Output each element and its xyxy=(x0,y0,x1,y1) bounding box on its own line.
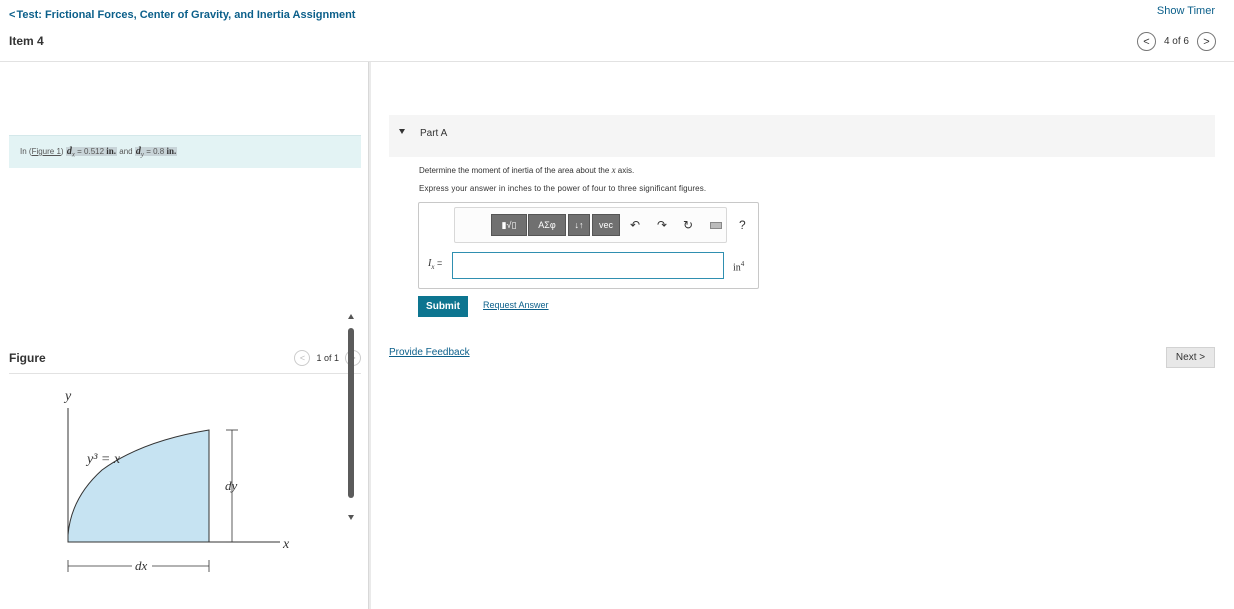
item-pager: < 4 of 6 > xyxy=(1136,32,1216,51)
reset-icon[interactable]: ↻ xyxy=(683,218,693,232)
back-link-label: Test: Frictional Forces, Center of Gravi… xyxy=(16,9,356,21)
scrollbar-thumb[interactable] xyxy=(348,328,354,498)
scroll-down-arrow-icon[interactable] xyxy=(348,515,354,520)
curve-equation-label: y³ = x xyxy=(85,452,121,467)
answer-instruction: Express your answer in inches to the pow… xyxy=(419,184,707,193)
caret-down-icon xyxy=(399,129,405,134)
show-timer-link[interactable]: Show Timer xyxy=(1157,5,1215,17)
templates-button[interactable]: ▮√▯ xyxy=(491,214,527,236)
question-text: Determine the moment of inertia of the a… xyxy=(419,165,635,175)
submit-button[interactable]: Submit xyxy=(418,296,468,317)
figure-scrollbar[interactable] xyxy=(346,314,356,520)
shaded-area xyxy=(67,429,210,543)
provide-feedback-link[interactable]: Provide Feedback xyxy=(389,347,470,358)
chevron-left-icon: < xyxy=(1143,35,1150,48)
dx-dimension-label: dx xyxy=(135,558,148,573)
answer-box: ▮√▯ ΑΣφ ↓↑ vec ↶ ↷ ↻ ? Ix = in4 xyxy=(418,202,759,289)
keyboard-icon[interactable] xyxy=(710,222,722,229)
next-button-label: Next xyxy=(1175,352,1197,363)
item-title: Item 4 xyxy=(9,34,44,48)
part-a-label: Part A xyxy=(420,128,448,139)
answer-input[interactable] xyxy=(452,252,724,279)
top-bar: <Test: Frictional Forces, Center of Grav… xyxy=(0,0,1234,62)
pane-divider[interactable] xyxy=(369,62,371,609)
y-axis-label: y xyxy=(63,389,72,404)
help-icon[interactable]: ? xyxy=(739,218,746,232)
x-axis-label: x xyxy=(282,537,290,552)
subscript-superscript-button[interactable]: ↓↑ xyxy=(568,214,590,236)
previous-item-button[interactable]: < xyxy=(1136,32,1156,51)
given-values-text: In (Figure 1) dx = 0.512 in. and dy = 0.… xyxy=(20,146,178,159)
chevron-left-icon: < xyxy=(9,9,16,21)
undo-icon[interactable]: ↶ xyxy=(630,218,640,232)
back-to-assignment-link[interactable]: <Test: Frictional Forces, Center of Grav… xyxy=(9,9,355,21)
greek-symbols-button[interactable]: ΑΣφ xyxy=(528,214,566,236)
figure-title: Figure xyxy=(9,351,46,365)
unit-label: in4 xyxy=(733,260,745,274)
vector-button[interactable]: vec xyxy=(592,214,620,236)
chevron-right-icon: > xyxy=(1203,35,1210,48)
given-values-box: In (Figure 1) dx = 0.512 in. and dy = 0.… xyxy=(9,135,361,168)
redo-icon[interactable]: ↷ xyxy=(657,218,667,232)
chevron-right-icon: > xyxy=(1199,352,1206,363)
request-answer-link[interactable]: Request Answer xyxy=(483,300,549,310)
dx-value: dx = 0.512 in. xyxy=(65,146,118,159)
figure-diagram: y x y³ = x dy dx xyxy=(63,389,290,573)
next-item-button[interactable]: > xyxy=(1197,32,1216,51)
figure-link[interactable]: Figure 1 xyxy=(32,147,61,156)
part-a-header[interactable]: Part A xyxy=(389,115,1215,157)
next-button[interactable]: Next > xyxy=(1166,347,1215,368)
dy-value: dy = 0.8 in. xyxy=(134,146,178,159)
math-toolbar: ▮√▯ ΑΣφ ↓↑ vec ↶ ↷ ↻ ? xyxy=(454,207,746,243)
item-pager-text: 4 of 6 xyxy=(1163,36,1189,47)
variable-label: Ix = xyxy=(428,258,443,271)
dy-dimension-label: dy xyxy=(225,478,238,493)
scroll-up-arrow-icon[interactable] xyxy=(348,314,354,319)
figure-pager-text: 1 of 1 xyxy=(316,353,339,363)
